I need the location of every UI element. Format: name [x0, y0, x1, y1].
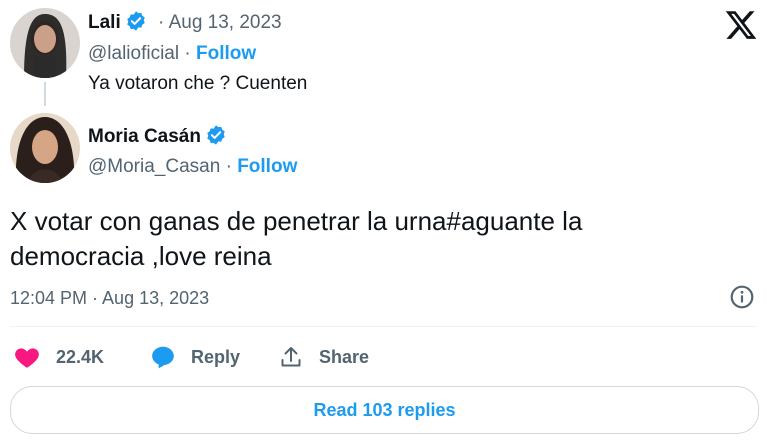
tweet-follow-link[interactable]: Follow — [237, 156, 297, 177]
reply-label: Reply — [191, 346, 241, 367]
separator-dot: · — [225, 156, 232, 177]
share-button[interactable]: Share — [279, 343, 369, 371]
moria-avatar[interactable] — [10, 113, 80, 183]
share-label: Share — [319, 346, 370, 367]
like-button[interactable]: 22.4K — [14, 343, 104, 371]
verified-badge-icon — [205, 124, 227, 146]
verified-badge-icon — [125, 10, 147, 32]
separator-dot: · — [184, 43, 191, 64]
reply-bubble-icon — [150, 344, 176, 370]
reply-follow-link[interactable]: Follow — [196, 43, 256, 64]
reply-author-name[interactable]: Lali — [88, 12, 121, 33]
reply-tweet-text: Ya votaron che ? Cuenten — [88, 73, 308, 94]
read-replies-button[interactable]: Read 103 replies — [10, 386, 759, 434]
tweet-author-name[interactable]: Moria Casán — [88, 126, 201, 147]
heart-icon — [14, 345, 40, 369]
separator-dot: · — [158, 12, 165, 33]
like-count: 22.4K — [56, 346, 105, 367]
reply-date[interactable]: Aug 13, 2023 — [169, 12, 282, 33]
tweet-text: X votar con ganas de penetrar la urna#ag… — [10, 206, 583, 271]
divider — [10, 326, 757, 327]
info-icon[interactable] — [729, 284, 755, 310]
x-logo-icon[interactable] — [724, 8, 758, 42]
reply-button[interactable]: Reply — [150, 343, 240, 371]
lali-avatar[interactable] — [10, 8, 80, 78]
tweet-author-handle[interactable]: @Moria_Casan — [88, 156, 220, 177]
thread-connector-line — [44, 82, 46, 106]
share-upload-icon — [279, 344, 303, 370]
reply-author-handle[interactable]: @lalioficial — [88, 43, 179, 64]
tweet-timestamp[interactable]: 12:04 PM · Aug 13, 2023 — [10, 288, 209, 309]
read-replies-label: Read 103 replies — [313, 399, 456, 420]
